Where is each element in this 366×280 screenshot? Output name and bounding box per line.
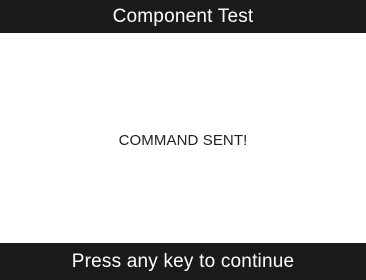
status-message: COMMAND SENT! [118,131,248,149]
scan-tool-screen: Component Test COMMAND SENT! Press any k… [0,0,366,280]
message-area: COMMAND SENT! [0,33,366,243]
title-bar: Component Test [0,0,366,33]
continue-prompt-bar[interactable]: Press any key to continue [0,243,366,280]
continue-prompt: Press any key to continue [71,250,295,272]
screen-title: Component Test [112,5,254,27]
